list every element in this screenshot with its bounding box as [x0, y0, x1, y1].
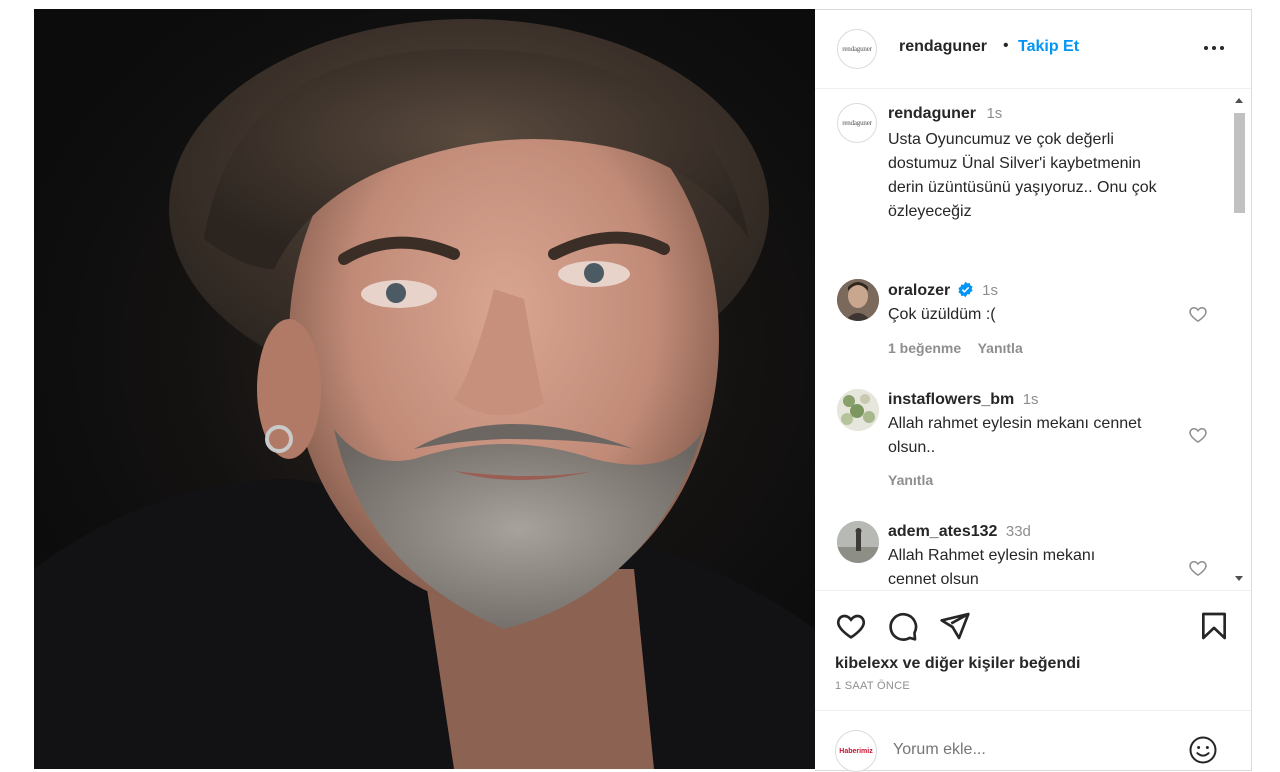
comment-line: Allah Rahmet eylesin mekanı — [888, 547, 1096, 564]
liked-by-text[interactable]: kibelexx ve diğer kişiler beğendi — [835, 655, 1080, 673]
comment-username[interactable]: instaflowers_bm — [888, 391, 1014, 408]
caption-author-avatar[interactable]: rendaguner — [837, 103, 877, 143]
current-user-avatar-text: Haberimiz — [839, 747, 873, 755]
comment-time[interactable]: 1s — [982, 282, 998, 299]
add-comment-bar: Haberimiz — [815, 710, 1251, 772]
author-avatar[interactable]: rendaguner — [837, 29, 877, 69]
commenter-avatar[interactable] — [837, 521, 879, 563]
more-options-icon[interactable] — [1200, 34, 1230, 60]
comment-text: Allah rahmet eylesin mekanı cennet olsun… — [888, 412, 1188, 460]
heart-icon[interactable] — [835, 610, 867, 642]
commenter-avatar[interactable] — [837, 279, 879, 321]
reply-button[interactable]: Yanıtla — [978, 340, 1023, 356]
caption-line: derin üzüntüsünü yaşıyoruz.. Onu çok — [888, 179, 1157, 196]
caption-line: Usta Oyuncumuz ve çok değerli — [888, 131, 1114, 148]
scroll-up-icon[interactable] — [1235, 98, 1243, 103]
caption-line: dostumuz Ünal Silver'i kaybetmenin — [888, 155, 1141, 172]
post-actions: kibelexx ve diğer kişiler beğendi 1 SAAT… — [815, 590, 1251, 711]
post-photo[interactable] — [34, 9, 815, 769]
caption-line: özleyeceğiz — [888, 203, 972, 220]
comments-list: rendaguner rendaguner 1s Usta Oyuncumuz … — [815, 89, 1251, 589]
post-side-panel: rendaguner rendaguner • Takip Et rendagu… — [815, 9, 1252, 772]
caption-text: Usta Oyuncumuz ve çok değerli dostumuz Ü… — [888, 128, 1208, 224]
comment-time[interactable]: 33d — [1006, 523, 1031, 540]
separator-dot: • — [1003, 37, 1009, 54]
comments-scrollbar[interactable] — [1231, 91, 1245, 587]
reply-button[interactable]: Yanıtla — [888, 472, 933, 488]
comment-line: Allah rahmet eylesin mekanı cennet — [888, 415, 1142, 432]
bookmark-icon[interactable] — [1198, 610, 1230, 642]
author-avatar-logo-text: rendaguner — [842, 45, 872, 53]
comment-heart-icon[interactable] — [1188, 558, 1208, 578]
scrollbar-thumb[interactable] — [1234, 113, 1245, 213]
author-username[interactable]: rendaguner — [899, 38, 987, 56]
post-timestamp[interactable]: 1 SAAT ÖNCE — [835, 680, 910, 692]
comment-line: olsun.. — [888, 439, 936, 456]
commenter-avatar[interactable] — [837, 389, 879, 431]
comment-input[interactable] — [891, 736, 1165, 764]
current-user-avatar[interactable]: Haberimiz — [835, 730, 877, 772]
instagram-post: rendaguner rendaguner • Takip Et rendagu… — [34, 9, 1252, 772]
caption-avatar-logo-text: rendaguner — [842, 119, 872, 127]
comment-icon[interactable] — [887, 610, 919, 642]
comment-text: Çok üzüldüm :( — [888, 306, 996, 323]
follow-button[interactable]: Takip Et — [1018, 38, 1079, 56]
share-icon[interactable] — [939, 610, 971, 642]
portrait-image — [34, 19, 815, 769]
comment-text: Allah Rahmet eylesin mekanı cennet olsun — [888, 544, 1188, 589]
verified-badge-icon — [957, 281, 974, 303]
comment-username[interactable]: oralozer — [888, 282, 950, 299]
post-header: rendaguner rendaguner • Takip Et — [815, 10, 1251, 89]
caption-time[interactable]: 1s — [986, 105, 1002, 122]
comment-username[interactable]: adem_ates132 — [888, 523, 997, 540]
comment-heart-icon[interactable] — [1188, 304, 1208, 324]
comment-line: cennet olsun — [888, 571, 979, 588]
comment-like-count[interactable]: 1 beğenme — [888, 340, 961, 356]
comment-heart-icon[interactable] — [1188, 425, 1208, 445]
scroll-down-icon[interactable] — [1235, 576, 1243, 581]
comment-time[interactable]: 1s — [1023, 391, 1039, 408]
emoji-icon[interactable] — [1188, 735, 1218, 765]
caption-username[interactable]: rendaguner — [888, 105, 976, 122]
